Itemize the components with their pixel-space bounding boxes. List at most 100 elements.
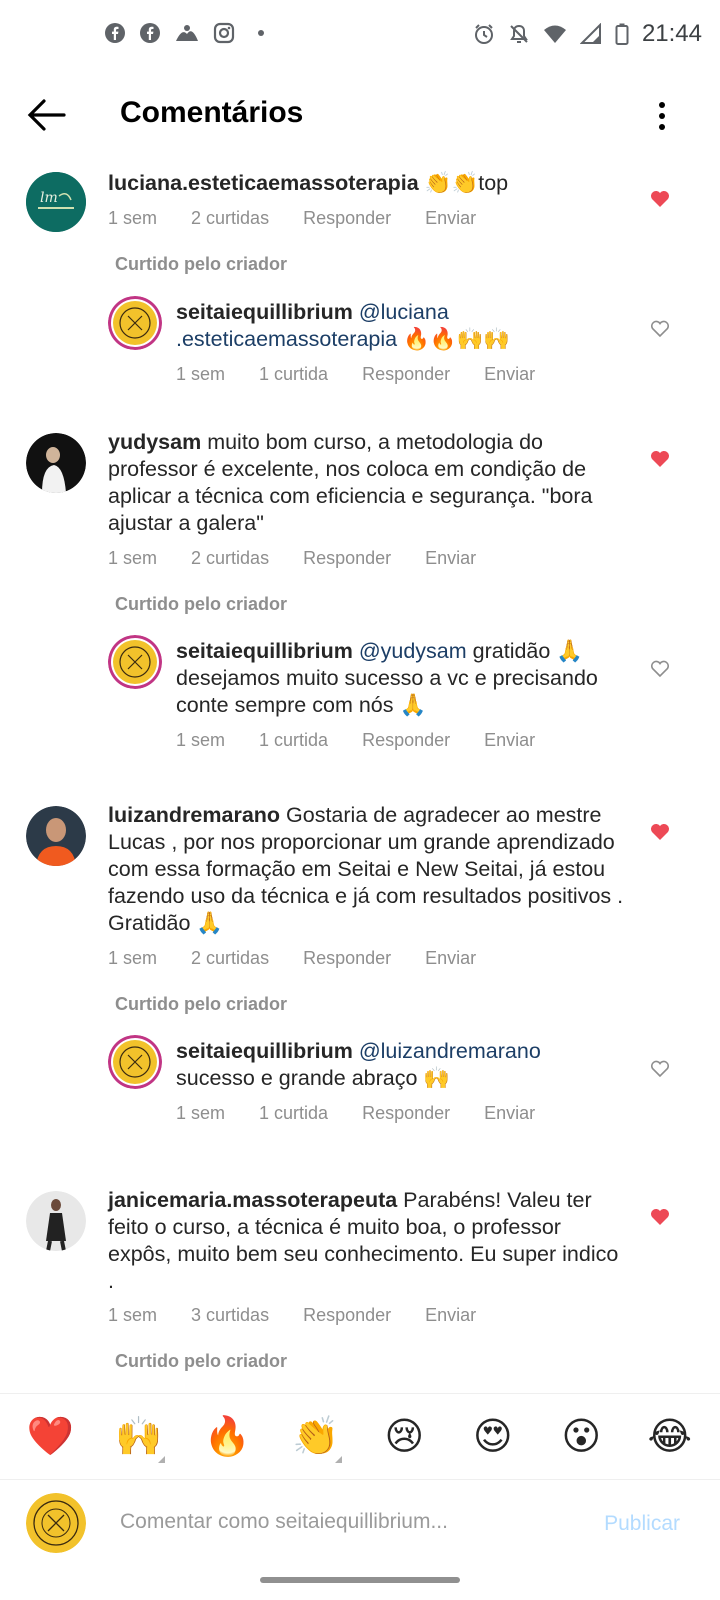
facebook-icon	[105, 23, 125, 43]
reply-button[interactable]: Responder	[303, 1305, 391, 1326]
comment-input[interactable]	[120, 1504, 580, 1540]
svg-text:lm: lm	[40, 190, 58, 206]
instagram-icon	[213, 22, 235, 44]
battery-icon	[615, 23, 629, 45]
comment-actions: 1 sem 2 curtidas Responder Enviar	[108, 548, 476, 569]
avatar[interactable]	[26, 433, 86, 493]
reply-body: 🔥🔥🙌🙌	[397, 327, 511, 351]
username[interactable]: seitaiequillibrium	[176, 639, 353, 663]
wifi-icon	[543, 25, 566, 43]
username[interactable]: seitaiequillibrium	[176, 1039, 353, 1063]
publish-button[interactable]: Publicar	[604, 1512, 680, 1536]
comment-text: yudysam muito bom curso, a metodologia d…	[108, 429, 628, 537]
comment-text: luciana.esteticaemassoterapia 👏👏top	[108, 170, 628, 197]
reply-button[interactable]: Responder	[303, 208, 391, 229]
timestamp: 1 sem	[108, 208, 158, 228]
likes-count[interactable]: 2 curtidas	[191, 948, 269, 969]
avatar[interactable]: lm	[26, 172, 86, 232]
reply-body: sucesso e grande abraço 🙌	[176, 1066, 451, 1090]
send-button[interactable]: Enviar	[425, 1305, 476, 1326]
heart-outline-icon[interactable]	[650, 1060, 670, 1078]
username[interactable]: seitaiequillibrium	[176, 300, 353, 324]
timestamp: 1 sem	[108, 548, 158, 568]
timestamp: 1 sem	[108, 948, 158, 968]
reaction-surprised[interactable]: 😮	[551, 1414, 611, 1459]
reply-button[interactable]: Responder	[362, 730, 450, 751]
reply-actions: 1 sem 1 curtida Responder Enviar	[176, 730, 535, 751]
top-app-bar: Comentários	[0, 80, 720, 150]
reply-text: seitaiequillibrium @luizandremarano suce…	[176, 1038, 616, 1092]
reply-button[interactable]: Responder	[303, 948, 391, 969]
avatar[interactable]	[108, 1035, 162, 1089]
liked-heart-icon[interactable]	[650, 823, 670, 841]
app-icon	[176, 25, 198, 41]
reply-button[interactable]: Responder	[362, 364, 450, 385]
timestamp: 1 sem	[176, 730, 226, 750]
comment-actions: 1 sem 2 curtidas Responder Enviar	[108, 948, 476, 969]
avatar[interactable]	[26, 1191, 86, 1251]
comment-actions: 1 sem 2 curtidas Responder Enviar	[108, 208, 476, 229]
avatar[interactable]	[26, 806, 86, 866]
notification-icons	[104, 22, 264, 44]
reaction-glyph: 👏	[292, 1415, 340, 1458]
skin-tone-indicator	[157, 1455, 165, 1463]
quick-reactions-bar: ❤️ 🙌 🔥 👏 😢 😍 😮 😂	[0, 1393, 720, 1479]
mention-link[interactable]: @luizandremarano	[359, 1039, 541, 1063]
facebook-icon	[140, 23, 160, 43]
comment-text: janicemaria.massoterapeuta Parabéns! Val…	[108, 1187, 628, 1295]
avatar[interactable]	[108, 296, 162, 350]
more-options-icon[interactable]	[656, 100, 668, 132]
send-button[interactable]: Enviar	[484, 730, 535, 751]
likes-count[interactable]: 1 curtida	[259, 364, 328, 385]
reaction-clap[interactable]: 👏	[286, 1415, 346, 1463]
timestamp: 1 sem	[108, 1305, 158, 1325]
username[interactable]: luciana.esteticaemassoterapia	[108, 171, 419, 195]
reaction-heart[interactable]: ❤️	[20, 1415, 80, 1459]
heart-outline-icon[interactable]	[650, 320, 670, 338]
send-button[interactable]: Enviar	[425, 948, 476, 969]
reaction-laughing[interactable]: 😂	[640, 1414, 700, 1459]
likes-count[interactable]: 2 curtidas	[191, 208, 269, 229]
likes-count[interactable]: 1 curtida	[259, 730, 328, 751]
liked-heart-icon[interactable]	[650, 450, 670, 468]
skin-tone-indicator	[334, 1455, 342, 1463]
timestamp: 1 sem	[176, 1103, 226, 1123]
comment-text: luizandremarano Gostaria de agradecer ao…	[108, 802, 628, 937]
send-button[interactable]: Enviar	[425, 548, 476, 569]
back-arrow-icon[interactable]	[26, 97, 66, 133]
send-button[interactable]: Enviar	[484, 364, 535, 385]
mute-icon	[510, 24, 528, 43]
send-button[interactable]: Enviar	[484, 1103, 535, 1124]
reply-text: seitaiequillibrium @luciana .esteticaema…	[176, 299, 616, 353]
likes-count[interactable]: 1 curtida	[259, 1103, 328, 1124]
reply-button[interactable]: Responder	[303, 548, 391, 569]
timestamp: 1 sem	[176, 364, 226, 384]
reply-actions: 1 sem 1 curtida Responder Enviar	[176, 364, 535, 385]
gesture-nav-bar[interactable]	[260, 1577, 460, 1583]
page-title: Comentários	[120, 96, 304, 129]
heart-outline-icon[interactable]	[650, 660, 670, 678]
liked-heart-icon[interactable]	[650, 1208, 670, 1226]
reply-button[interactable]: Responder	[362, 1103, 450, 1124]
likes-count[interactable]: 2 curtidas	[191, 548, 269, 569]
send-button[interactable]: Enviar	[425, 208, 476, 229]
signal-icon	[579, 23, 601, 44]
reaction-heart-eyes[interactable]: 😍	[463, 1414, 523, 1459]
avatar[interactable]	[108, 635, 162, 689]
username[interactable]: janicemaria.massoterapeuta	[108, 1188, 397, 1212]
avatar	[26, 1493, 86, 1553]
username[interactable]: luizandremarano	[108, 803, 280, 827]
reaction-fire[interactable]: 🔥	[197, 1415, 257, 1459]
alarm-icon	[474, 24, 493, 44]
mention-link[interactable]: @yudysam	[359, 639, 467, 663]
reply-actions: 1 sem 1 curtida Responder Enviar	[176, 1103, 535, 1124]
reaction-raised-hands[interactable]: 🙌	[109, 1415, 169, 1463]
reply-text: seitaiequillibrium @yudysam gratidão 🙏 d…	[176, 638, 616, 719]
likes-count[interactable]: 3 curtidas	[191, 1305, 269, 1326]
more-notifications-dot	[258, 30, 264, 36]
username[interactable]: yudysam	[108, 430, 201, 454]
system-icons: 21:44	[473, 20, 702, 48]
liked-heart-icon[interactable]	[650, 190, 670, 208]
reaction-crying[interactable]: 😢	[374, 1414, 434, 1459]
reaction-glyph: 🙌	[115, 1415, 163, 1458]
